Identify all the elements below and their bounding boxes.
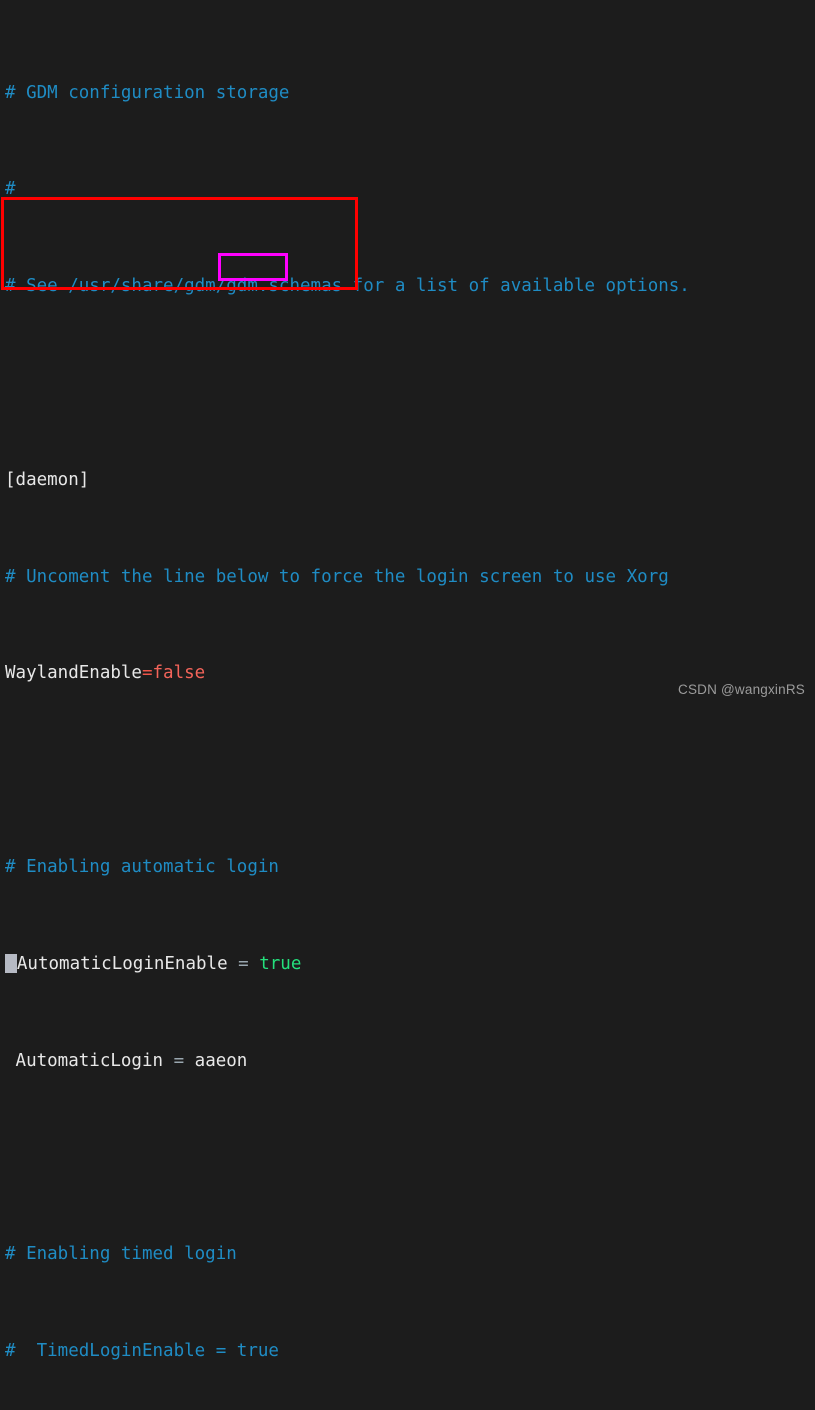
code-line-14: # TimedLoginEnable = true — [5, 1339, 690, 1363]
code-line-12-blank — [5, 1145, 690, 1169]
comment-text: # — [5, 179, 16, 200]
code-line-3: # See /usr/share/gdm/gdm.schemas for a l… — [5, 274, 690, 298]
key-automatic-login: AutomaticLogin — [5, 1050, 164, 1071]
code-line-2: # — [5, 177, 690, 201]
comment-text: # See /usr/share/gdm/gdm.schemas for a l… — [5, 276, 690, 297]
code-line-1: # GDM configuration storage — [5, 81, 690, 105]
value-true: true — [259, 953, 302, 974]
watermark-text: CSDN @wangxinRS — [678, 682, 805, 697]
code-content[interactable]: # GDM configuration storage # # See /usr… — [5, 8, 690, 1410]
comment-text: # Enabling timed login — [5, 1244, 237, 1265]
code-line-11: AutomaticLogin = aaeon — [5, 1049, 690, 1073]
assignment-operator: = — [227, 953, 260, 974]
assignment-operator: = — [163, 1050, 195, 1071]
key-wayland-enable: WaylandEnable — [5, 663, 142, 684]
code-line-13: # Enabling timed login — [5, 1242, 690, 1266]
code-line-9: # Enabling automatic login — [5, 855, 690, 879]
value-false: false — [152, 663, 206, 684]
code-line-10: AutomaticLoginEnable = true — [5, 952, 690, 976]
comment-text: # Uncoment the line below to force the l… — [5, 566, 669, 587]
value-username: aaeon — [194, 1050, 248, 1071]
code-line-7: WaylandEnable=false — [5, 661, 690, 685]
assignment-operator: = — [141, 663, 153, 684]
text-editor-window[interactable]: # GDM configuration storage # # See /usr… — [0, 0, 815, 1361]
key-automatic-login-enable: AutomaticLoginEnable — [16, 953, 228, 974]
section-header-daemon: [daemon] — [5, 469, 90, 490]
comment-text: # Enabling automatic login — [5, 856, 279, 877]
comment-text: # GDM configuration storage — [5, 82, 290, 103]
code-line-6: # Uncoment the line below to force the l… — [5, 565, 690, 589]
code-line-5: [daemon] — [5, 468, 690, 492]
text-cursor-block — [5, 953, 17, 973]
code-line-4-blank — [5, 371, 690, 395]
comment-text: # TimedLoginEnable = true — [5, 1340, 279, 1361]
code-line-8-blank — [5, 758, 690, 782]
